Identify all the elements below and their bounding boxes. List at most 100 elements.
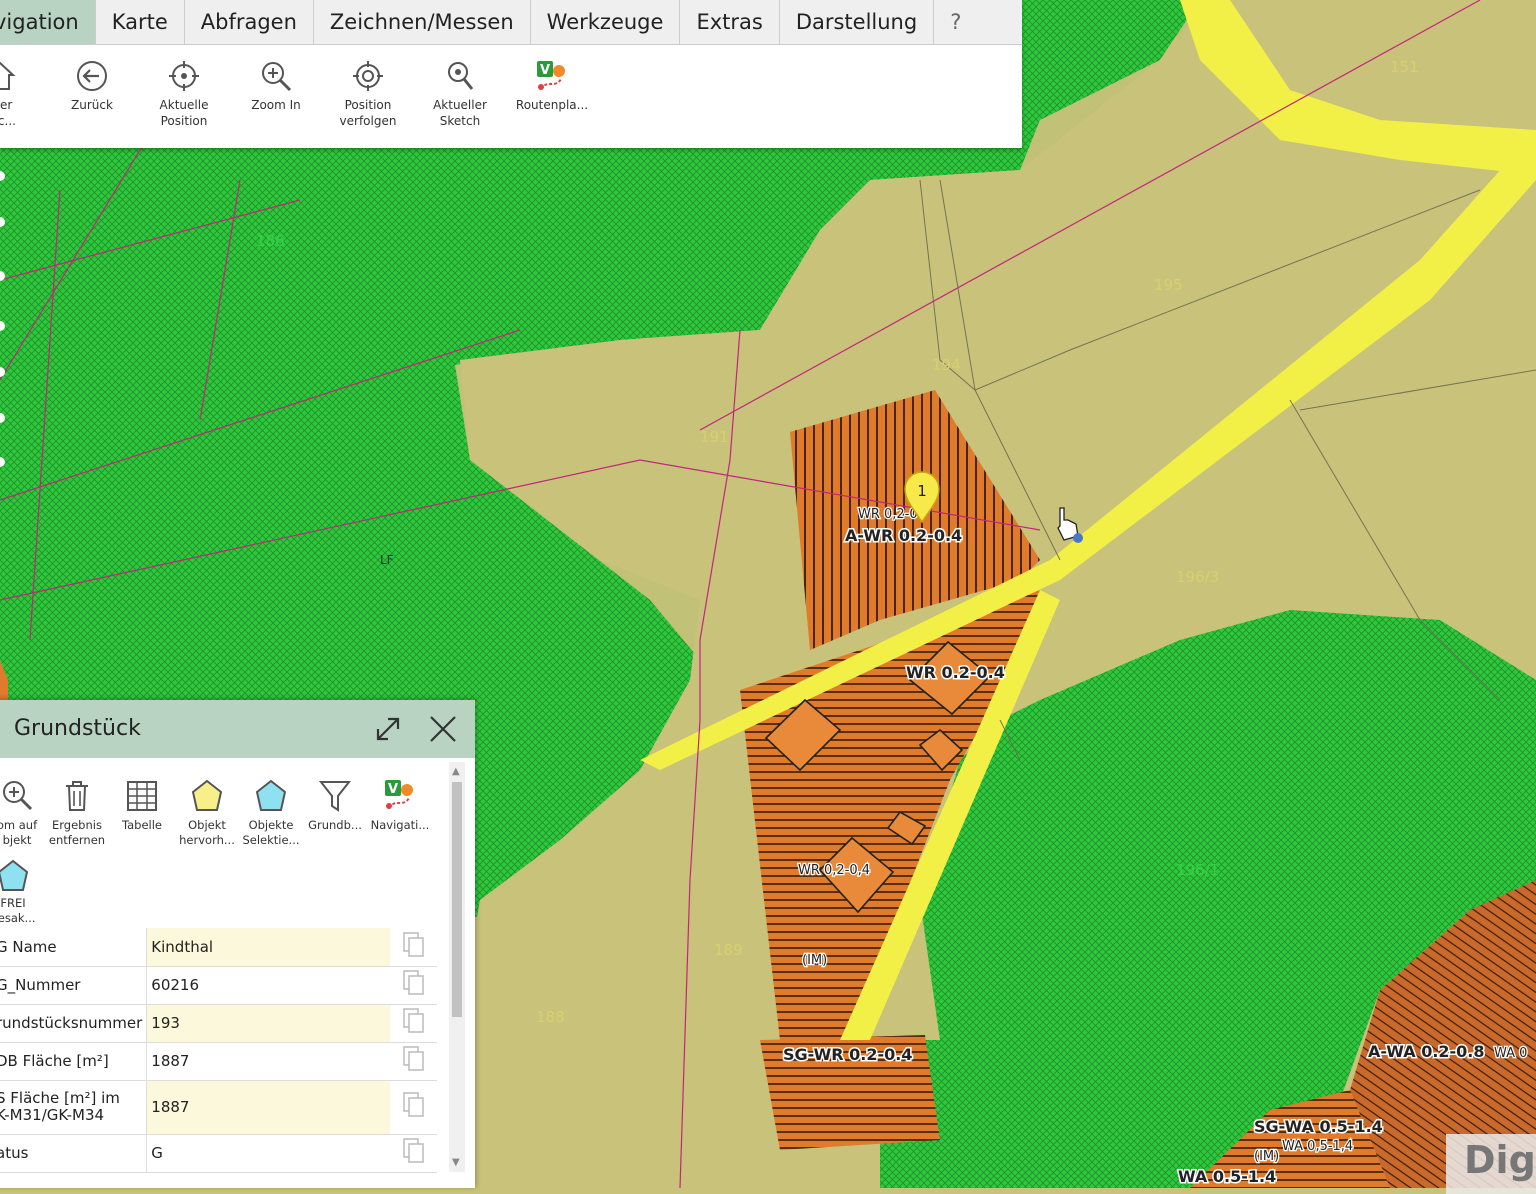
trash-icon bbox=[66, 781, 88, 811]
table-row: G Name Kindthal bbox=[0, 928, 437, 967]
zone-label-a-wa: A-WA 0.2-0.8 bbox=[1368, 1042, 1485, 1061]
select-objects-icon bbox=[255, 779, 287, 811]
select-objects-button[interactable]: Objekte Selektie... bbox=[238, 778, 304, 848]
highlight-object-button[interactable]: Objekt hervorh... bbox=[174, 778, 240, 848]
filter-icon bbox=[318, 781, 352, 812]
parcel-186: 186 bbox=[256, 232, 285, 250]
attr-value: 60216 bbox=[146, 966, 391, 1005]
copy-icon bbox=[402, 932, 424, 957]
attr-key: atus bbox=[0, 1134, 148, 1173]
copy-button[interactable] bbox=[390, 966, 437, 1005]
watermark-logo: Dig bbox=[1446, 1134, 1536, 1194]
center-view-button[interactable]: nter usc... bbox=[0, 59, 46, 129]
close-icon bbox=[430, 716, 456, 742]
zoom-in-icon bbox=[262, 62, 292, 92]
close-button[interactable] bbox=[428, 714, 458, 748]
attr-key-text-2: K-M31/GK-M34 bbox=[0, 1106, 105, 1124]
zoom-to-object-label-2: bjekt bbox=[2, 833, 32, 847]
svg-text:V: V bbox=[540, 63, 550, 78]
zone-label-sg-wa: SG-WA 0.5-1.4 bbox=[1254, 1117, 1383, 1136]
svg-text:V: V bbox=[388, 782, 398, 797]
parcel-189: 189 bbox=[714, 941, 743, 959]
attr-value: 193 bbox=[146, 1004, 391, 1043]
tab-karte[interactable]: Karte bbox=[96, 0, 185, 44]
zoom-to-object-button[interactable]: om auf bjekt bbox=[0, 778, 50, 848]
zone-label-wr-small: WR 0,2-0 bbox=[858, 507, 918, 522]
zone-label-im: (IM) bbox=[802, 953, 827, 968]
grundbuch-filter-button[interactable]: Grundb... bbox=[302, 778, 368, 833]
expand-icon bbox=[376, 717, 400, 741]
map-pin-icon bbox=[448, 62, 474, 90]
map-marker-label: 1 bbox=[917, 482, 927, 500]
attr-key-text: atus bbox=[0, 1144, 29, 1162]
zone-label-sg-wr: SG-WR 0.2-0.4 bbox=[783, 1045, 912, 1064]
table-button[interactable]: Tabelle bbox=[109, 778, 175, 833]
navigation-button[interactable]: V Navigati... bbox=[367, 778, 433, 833]
table-label: Tabelle bbox=[121, 818, 162, 832]
highlight-object-icon bbox=[191, 779, 223, 811]
copy-button[interactable] bbox=[390, 1004, 437, 1043]
copy-button[interactable] bbox=[390, 1042, 437, 1081]
parcel-lf: LF bbox=[380, 553, 394, 567]
expand-button[interactable] bbox=[374, 715, 402, 747]
menu-bar: vigation Karte Abfragen Zeichnen/Messen … bbox=[0, 0, 1022, 45]
scroll-down-icon[interactable]: ▼ bbox=[452, 1157, 460, 1168]
tab-navigation[interactable]: vigation bbox=[0, 0, 96, 44]
route-planner-label: Routenpla... bbox=[515, 98, 589, 112]
zone-label-im-2: (IM) bbox=[1254, 1149, 1279, 1164]
tab-extras[interactable]: Extras bbox=[680, 0, 780, 44]
attr-key-text: S Fläche [m²] im bbox=[0, 1089, 120, 1107]
attribute-table: G Name Kindthal G_Nummer 60216 rundstück… bbox=[0, 928, 437, 1173]
route-planner-button[interactable]: V Routenpla... bbox=[506, 59, 598, 129]
attr-key-text: rundstücksnummer bbox=[0, 1014, 143, 1032]
crosshair-icon bbox=[169, 61, 199, 91]
table-row: DB Fläche [m²] 1887 bbox=[0, 1042, 437, 1081]
tab-darstellung[interactable]: Darstellung bbox=[780, 0, 935, 44]
attr-key-text: G_Nummer bbox=[0, 976, 81, 994]
current-position-button[interactable]: Aktuelle Position bbox=[138, 59, 230, 129]
center-view-label-1: nter bbox=[0, 98, 13, 112]
home-icon bbox=[0, 61, 16, 90]
tab-werkzeuge[interactable]: Werkzeuge bbox=[531, 0, 681, 44]
attr-value: 1887 bbox=[146, 1042, 391, 1081]
table-row: atus G bbox=[0, 1134, 437, 1173]
current-position-label-1: Aktuelle bbox=[159, 98, 209, 112]
remove-result-button[interactable]: Ergebnis entfernen bbox=[44, 778, 110, 848]
current-position-label-2: Position bbox=[160, 114, 208, 128]
copy-button[interactable] bbox=[390, 1134, 437, 1173]
zoom-in-label: Zoom In bbox=[251, 98, 301, 112]
attr-key: rundstücksnummer bbox=[0, 1004, 148, 1043]
scroll-thumb[interactable] bbox=[452, 782, 462, 1017]
zoom-in-button[interactable]: Zoom In bbox=[230, 59, 322, 129]
zone-label-wr-comma: WR 0,2-0,4 bbox=[798, 863, 870, 878]
parcel-196-3: 196/3 bbox=[1176, 568, 1219, 586]
copy-button[interactable] bbox=[390, 928, 437, 967]
tab-help[interactable]: ? bbox=[934, 0, 977, 44]
tab-zeichnen-messen[interactable]: Zeichnen/Messen bbox=[314, 0, 531, 44]
highlight-object-label-1: Objekt bbox=[188, 818, 226, 832]
zone-label-a-wr: A-WR 0.2-0.4 bbox=[845, 526, 962, 545]
parcel-191: 191 bbox=[700, 428, 729, 446]
copy-icon bbox=[402, 1138, 424, 1163]
attr-key: G Name bbox=[0, 928, 148, 967]
scroll-up-icon[interactable]: ▲ bbox=[452, 766, 460, 777]
parcel-194: 194 bbox=[932, 356, 961, 374]
panel-scrollbar[interactable]: ▲ ▼ bbox=[449, 762, 465, 1172]
tab-abfragen[interactable]: Abfragen bbox=[185, 0, 314, 44]
parcel-151: 151 bbox=[1390, 58, 1419, 76]
remove-result-label-1: Ergebnis bbox=[52, 818, 102, 832]
frei-polygon-icon bbox=[0, 859, 29, 891]
attr-key: S Fläche [m²] im K-M31/GK-M34 bbox=[0, 1080, 148, 1135]
copy-button[interactable] bbox=[390, 1080, 437, 1135]
route-planner-icon: V bbox=[537, 61, 565, 90]
attr-value: 1887 bbox=[146, 1080, 391, 1135]
highlight-object-label-2: hervorh... bbox=[179, 833, 235, 847]
back-button[interactable]: Zurück bbox=[46, 59, 138, 129]
frei-button[interactable]: FREI gesak... bbox=[0, 858, 46, 926]
track-position-button[interactable]: Position verfolgen bbox=[322, 59, 414, 129]
navigation-icon: V bbox=[385, 780, 413, 809]
current-sketch-button[interactable]: Aktueller Sketch bbox=[414, 59, 506, 129]
copy-icon bbox=[402, 1008, 424, 1033]
current-sketch-label-1: Aktueller bbox=[433, 98, 487, 112]
current-sketch-label-2: Sketch bbox=[439, 114, 481, 128]
